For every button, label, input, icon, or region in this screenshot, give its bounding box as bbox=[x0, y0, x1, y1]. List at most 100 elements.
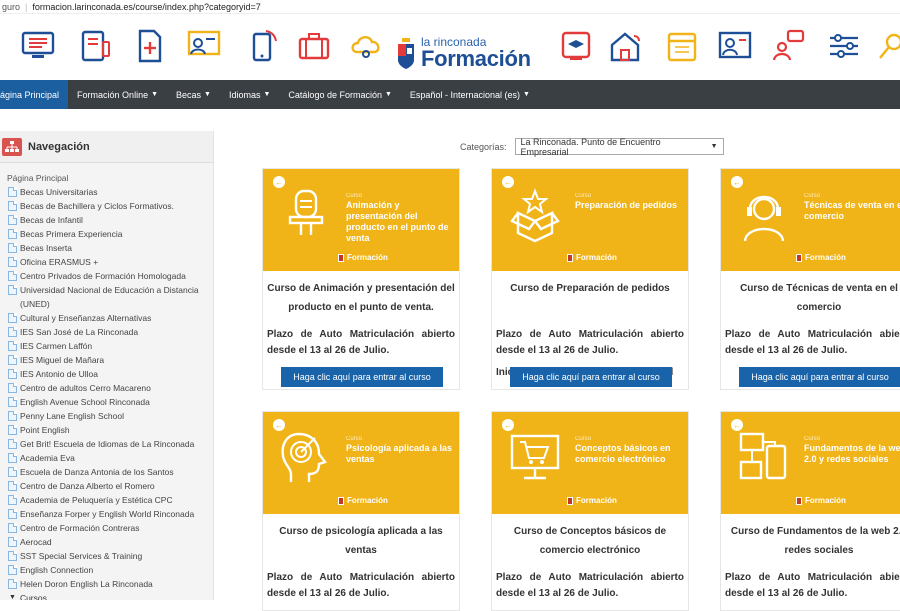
sliders-icon[interactable] bbox=[826, 28, 862, 64]
nav-item-label: Becas bbox=[176, 89, 202, 100]
sidebar-item-label: Becas Universitarias bbox=[20, 187, 98, 197]
coat-of-arms-icon bbox=[567, 253, 573, 262]
coat-of-arms-icon bbox=[796, 496, 802, 505]
sidebar-item[interactable]: Cultural y Enseñanzas Alternativas bbox=[8, 311, 213, 325]
mobile-device-icon[interactable] bbox=[244, 28, 280, 64]
sidebar-item[interactable]: IES San José de La Rinconada bbox=[8, 325, 213, 339]
sidebar-courses-node[interactable]: ▼ Cursos bbox=[8, 591, 213, 600]
category-folder-icon bbox=[8, 439, 17, 449]
sidebar-item-label: Becas de Bachillera y Ciclos Formativos. bbox=[20, 201, 175, 211]
course-banner[interactable]: ← Curso Psicología aplicada a las ventas Fo… bbox=[263, 412, 459, 514]
sidebar-item[interactable]: Centro de Formación Contreras bbox=[8, 521, 213, 535]
sidebar-item[interactable]: Helen Doron English La Rinconada bbox=[8, 577, 213, 591]
course-banner[interactable]: ← Curso Animación y presentación del produ… bbox=[263, 169, 459, 271]
document-add-icon[interactable] bbox=[132, 28, 168, 64]
sidebar-item[interactable]: Enseñanza Forper y English World Rincona… bbox=[8, 507, 213, 521]
sidebar-item[interactable]: Oficina ERASMUS + bbox=[8, 255, 213, 269]
caret-down-icon: ▼ bbox=[204, 91, 211, 98]
category-folder-icon bbox=[8, 467, 17, 477]
course-title[interactable]: Curso de Técnicas de venta en el comerci… bbox=[721, 271, 900, 327]
school-wifi-icon[interactable] bbox=[608, 28, 644, 64]
header-icon-bar: la rinconada Formación bbox=[0, 14, 900, 80]
course-banner[interactable]: ← Curso Preparación de pedidos Formación bbox=[492, 169, 688, 271]
sidebar-item[interactable]: English Avenue School Rinconada bbox=[8, 395, 213, 409]
sidebar-item[interactable]: Aerocad bbox=[8, 535, 213, 549]
tablet-notes-icon[interactable] bbox=[78, 28, 114, 64]
course-title[interactable]: Curso de Fundamentos de la web 2.0 redes… bbox=[721, 514, 900, 570]
sidebar-item[interactable]: Get Brit! Escuela de Idiomas de La Rinco… bbox=[8, 437, 213, 451]
cart-monitor-icon bbox=[508, 430, 562, 486]
browser-address-bar[interactable]: guro | formacion.larinconada.es/course/i… bbox=[0, 0, 900, 14]
devices-network-icon bbox=[737, 430, 791, 486]
category-folder-icon bbox=[8, 495, 17, 505]
sidebar-item[interactable]: Centro de adultos Cerro Macareno bbox=[8, 381, 213, 395]
enter-course-button[interactable]: Haga clic aquí para entrar al curso bbox=[510, 367, 672, 387]
calendar-icon[interactable] bbox=[664, 28, 700, 64]
course-card[interactable]: ← Curso Conceptos básicos en comercio elec… bbox=[491, 411, 689, 611]
course-card[interactable]: ← Curso Psicología aplicada a las ventas Fo… bbox=[262, 411, 460, 611]
head-target-icon bbox=[279, 430, 333, 486]
course-card[interactable]: ← Curso Fundamentos de la web 2.0 y redes … bbox=[720, 411, 900, 611]
sidebar-item[interactable]: Academia de Peluquería y Estética CPC bbox=[8, 493, 213, 507]
nav-item-0[interactable]: ágina Principal bbox=[0, 80, 69, 109]
sidebar-item[interactable]: Point English bbox=[8, 423, 213, 437]
site-logo[interactable]: la rinconada Formación bbox=[396, 36, 531, 70]
sidebar-item[interactable]: English Connection bbox=[8, 563, 213, 577]
course-card[interactable]: ← Curso Animación y presentación del produ… bbox=[262, 168, 460, 390]
course-banner[interactable]: ← Curso Conceptos básicos en comercio elec… bbox=[492, 412, 688, 514]
sidebar-item[interactable]: Becas de Infantil bbox=[8, 213, 213, 227]
cloud-user-icon[interactable] bbox=[348, 28, 384, 64]
nav-item-5[interactable]: Español - Internacional (es) ▼ bbox=[401, 80, 539, 109]
url-text[interactable]: formacion.larinconada.es/course/index.ph… bbox=[32, 2, 260, 12]
category-folder-icon bbox=[8, 327, 17, 337]
course-card[interactable]: ← Curso Técnicas de venta en el comercio Fo… bbox=[720, 168, 900, 390]
sidebar-item[interactable]: IES Carmen Laffón bbox=[8, 339, 213, 353]
sidebar-home-link[interactable]: Página Principal bbox=[7, 173, 213, 183]
teacher-board-icon[interactable] bbox=[186, 28, 222, 64]
course-title[interactable]: Curso de Conceptos básicos de comercio e… bbox=[492, 514, 688, 570]
sidebar-item-label: IES Carmen Laffón bbox=[20, 341, 93, 351]
presentation-user-icon[interactable] bbox=[717, 28, 753, 64]
url-separator: | bbox=[25, 1, 28, 12]
course-banner[interactable]: ← Curso Técnicas de venta en el comercio Fo… bbox=[721, 169, 900, 271]
sidebar-item[interactable]: SST Special Services & Training bbox=[8, 549, 213, 563]
briefcase-icon[interactable] bbox=[296, 28, 332, 64]
category-folder-icon bbox=[8, 481, 17, 491]
sidebar-item[interactable]: IES Antonio de Ulloa bbox=[8, 367, 213, 381]
course-title[interactable]: Curso de Preparación de pedidos bbox=[492, 271, 688, 327]
course-banner[interactable]: ← Curso Fundamentos de la web 2.0 y redes … bbox=[721, 412, 900, 514]
sidebar-item[interactable]: IES Miguel de Mañara bbox=[8, 353, 213, 367]
course-title[interactable]: Curso de psicología aplicada a las venta… bbox=[263, 514, 459, 570]
category-folder-icon bbox=[8, 537, 17, 547]
sidebar-item-label: Universidad Nacional de Educación a Dist… bbox=[20, 285, 199, 309]
banner-kicker: Curso bbox=[804, 193, 821, 199]
sidebar-item[interactable]: Escuela de Danza Antonia de los Santos bbox=[8, 465, 213, 479]
sidebar-item[interactable]: Centro de Danza Alberto el Romero bbox=[8, 479, 213, 493]
key-icon[interactable] bbox=[874, 28, 900, 64]
nav-item-label: Formación Online bbox=[77, 89, 149, 100]
course-card[interactable]: ← Curso Preparación de pedidos Formación Cur… bbox=[491, 168, 689, 390]
sidebar-item[interactable]: Penny Lane English School bbox=[8, 409, 213, 423]
users-chat-icon[interactable] bbox=[771, 28, 807, 64]
nav-item-2[interactable]: Becas ▼ bbox=[167, 80, 220, 109]
sidebar-item[interactable]: Becas Inserta bbox=[8, 241, 213, 255]
nav-item-1[interactable]: Formación Online ▼ bbox=[68, 80, 167, 109]
sidebar-item[interactable]: Universidad Nacional de Educación a Dist… bbox=[8, 283, 213, 311]
sidebar-item-label: IES San José de La Rinconada bbox=[20, 327, 139, 337]
nav-item-3[interactable]: Idiomas ▼ bbox=[220, 80, 279, 109]
enter-course-button[interactable]: Haga clic aquí para entrar al curso bbox=[281, 367, 443, 387]
category-select-value: La Rinconada. Punto de Encuentro Empresa… bbox=[520, 136, 661, 157]
sidebar-item[interactable]: Becas Primera Experiencia bbox=[8, 227, 213, 241]
monitor-checklist-icon[interactable] bbox=[20, 28, 56, 64]
sidebar-item[interactable]: Academia Eva bbox=[8, 451, 213, 465]
sidebar-item[interactable]: Centro Privados de Formación Homologada bbox=[8, 269, 213, 283]
enter-course-button[interactable]: Haga clic aquí para entrar al curso bbox=[739, 367, 900, 387]
course-title[interactable]: Curso de Animación y presentación del pr… bbox=[263, 271, 459, 327]
sidebar-item[interactable]: Becas de Bachillera y Ciclos Formativos. bbox=[8, 199, 213, 213]
sidebar-item-label: Academia de Peluquería y Estética CPC bbox=[20, 495, 173, 505]
nav-item-4[interactable]: Catálogo de Formación ▼ bbox=[279, 80, 401, 109]
sidebar-item-label: Point English bbox=[20, 425, 70, 435]
sidebar-item[interactable]: Becas Universitarias bbox=[8, 185, 213, 199]
category-select[interactable]: La Rinconada. Punto de Encuentro Empresa… bbox=[514, 136, 724, 157]
graduation-tablet-icon[interactable] bbox=[558, 28, 594, 64]
